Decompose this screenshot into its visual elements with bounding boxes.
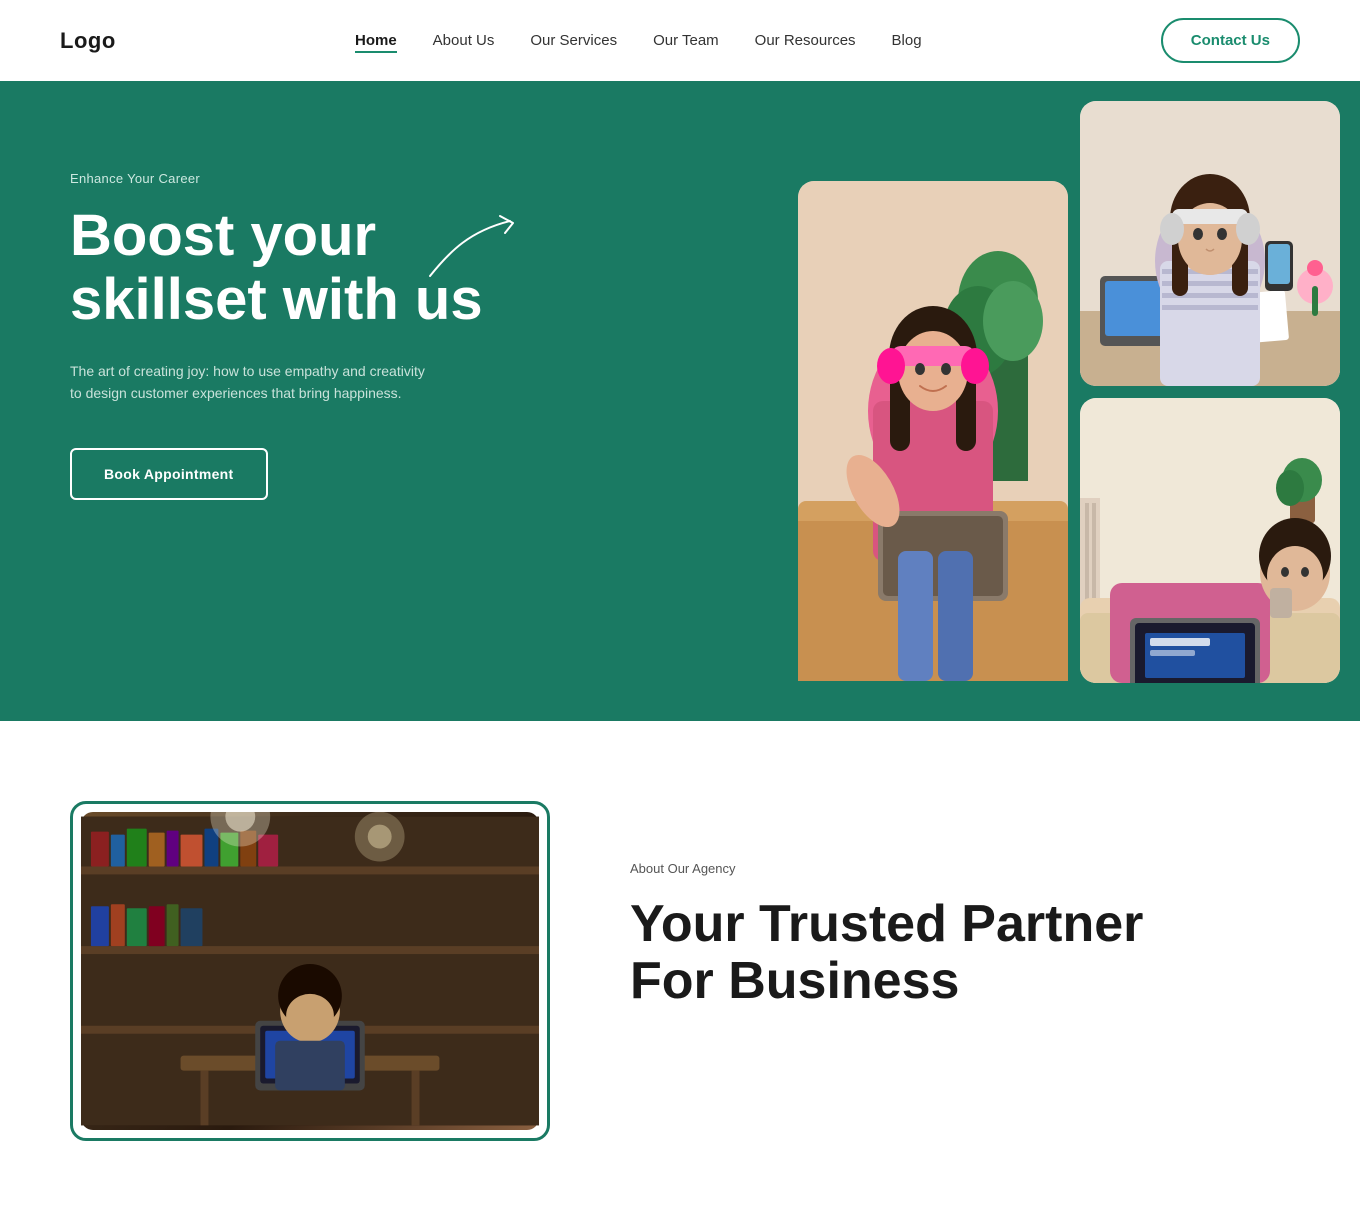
arrow-decoration: [420, 211, 540, 296]
hero-side-bottom-svg: [1080, 398, 1340, 683]
nav-item-blog[interactable]: Blog: [892, 32, 922, 50]
hero-description: The art of creating joy: how to use empa…: [70, 360, 430, 405]
nav-item-resources[interactable]: Our Resources: [755, 32, 856, 50]
nav-item-home[interactable]: Home: [355, 32, 397, 50]
about-right-content: About Our Agency Your Trusted Partner Fo…: [630, 801, 1290, 1010]
nav-item-team[interactable]: Our Team: [653, 32, 719, 50]
hero-image-side-bottom: [1080, 398, 1340, 683]
nav-link-resources[interactable]: Our Resources: [755, 32, 856, 49]
navbar: Logo Home About Us Our Services Our Team…: [0, 0, 1360, 81]
hero-side-top-svg: [1080, 101, 1340, 386]
about-title: Your Trusted Partner For Business: [630, 896, 1290, 1010]
nav-item-services[interactable]: Our Services: [530, 32, 617, 50]
hero-images: [798, 81, 1360, 721]
book-appointment-button[interactable]: Book Appointment: [70, 448, 268, 500]
hero-main-image-svg: [798, 181, 1068, 681]
hero-image-side-top: [1080, 101, 1340, 386]
nav-link-services[interactable]: Our Services: [530, 32, 617, 49]
logo: Logo: [60, 28, 116, 54]
nav-link-home[interactable]: Home: [355, 32, 397, 53]
about-title-line2: For Business: [630, 952, 959, 1010]
hero-image-main: [798, 181, 1068, 721]
hero-section: Enhance Your Career Boost your skillset …: [0, 81, 1360, 721]
nav-item-about[interactable]: About Us: [433, 32, 495, 50]
about-image-box: [70, 801, 550, 1141]
nav-link-team[interactable]: Our Team: [653, 32, 719, 49]
nav-links: Home About Us Our Services Our Team Our …: [355, 32, 922, 50]
hero-subtitle: Enhance Your Career: [70, 171, 570, 186]
nav-link-about[interactable]: About Us: [433, 32, 495, 49]
nav-link-blog[interactable]: Blog: [892, 32, 922, 49]
about-label: About Our Agency: [630, 861, 1290, 876]
contact-us-button[interactable]: Contact Us: [1161, 18, 1300, 63]
about-title-line1: Your Trusted Partner: [630, 895, 1143, 953]
about-image-container: [70, 801, 550, 1141]
hero-images-side: [1080, 101, 1340, 701]
about-section: About Our Agency Your Trusted Partner Fo…: [0, 721, 1360, 1221]
about-image-inner: [81, 812, 539, 1130]
about-inner-svg: [81, 812, 539, 1130]
hero-left-content: Enhance Your Career Boost your skillset …: [70, 141, 570, 500]
